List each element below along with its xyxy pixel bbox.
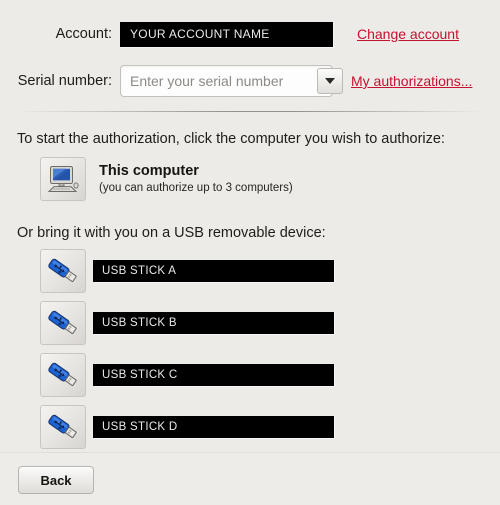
serial-number-row: Serial number: My authorizations... (0, 64, 500, 98)
serial-number-combobox[interactable] (120, 65, 343, 97)
serial-number-input[interactable] (121, 66, 317, 96)
change-account-link[interactable]: Change account (357, 26, 459, 42)
back-button[interactable]: Back (18, 466, 94, 494)
usb-drive-icon (48, 362, 77, 387)
usb-device-row[interactable]: USB STICK C (40, 353, 500, 397)
computer-text-block: This computer (you can authorize up to 3… (99, 162, 293, 196)
this-computer-option[interactable]: This computer (you can authorize up to 3… (40, 157, 500, 201)
usb-icon-tile (40, 301, 86, 345)
usb-icon-tile (40, 353, 86, 397)
account-value: YOUR ACCOUNT NAME (120, 21, 333, 47)
section-divider (17, 111, 483, 112)
authorize-prompt: To start the authorization, click the co… (17, 131, 445, 147)
account-label: Account: (55, 26, 112, 42)
usb-icon-tile (40, 405, 86, 449)
footer-bar: Back (0, 452, 500, 505)
computer-icon-tile (40, 157, 86, 201)
my-authorizations-link[interactable]: My authorizations... (351, 73, 472, 89)
chevron-down-icon (325, 78, 335, 84)
usb-device-row[interactable]: USB STICK D (40, 405, 500, 449)
usb-device-list: USB STICK A USB STICK B USB STICK C USB … (0, 249, 500, 449)
usb-device-name: USB STICK C (93, 364, 334, 386)
usb-drive-icon (48, 310, 77, 335)
computer-title: This computer (99, 162, 199, 179)
computer-icon (47, 166, 79, 192)
usb-drive-icon (48, 258, 77, 283)
serial-number-label: Serial number: (17, 73, 112, 89)
usb-prompt: Or bring it with you on a USB removable … (17, 225, 326, 241)
usb-device-name: USB STICK B (93, 312, 334, 334)
account-row: Account: YOUR ACCOUNT NAME Change accoun… (0, 17, 500, 51)
credentials-form: Account: YOUR ACCOUNT NAME Change accoun… (0, 0, 500, 98)
usb-device-row[interactable]: USB STICK A (40, 249, 500, 293)
usb-device-row[interactable]: USB STICK B (40, 301, 500, 345)
usb-drive-icon (48, 414, 77, 439)
computer-subtitle: (you can authorize up to 3 computers) (99, 182, 293, 195)
serial-number-dropdown-button[interactable] (317, 68, 343, 94)
usb-icon-tile (40, 249, 86, 293)
usb-device-name: USB STICK D (93, 416, 334, 438)
usb-device-name: USB STICK A (93, 260, 334, 282)
